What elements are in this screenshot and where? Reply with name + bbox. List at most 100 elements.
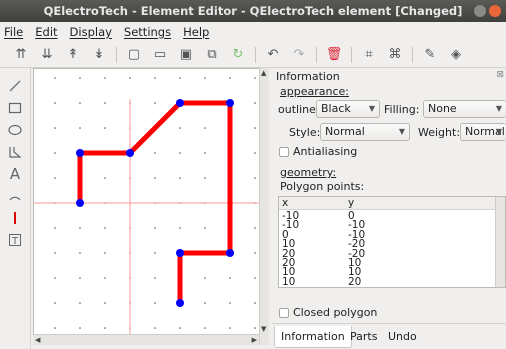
scroll-down-icon[interactable]: ▼ [261, 325, 266, 333]
tab-parts[interactable]: Parts [344, 326, 383, 348]
polygon-vertex-handle[interactable] [176, 249, 184, 257]
canvas-vertical-scrollbar[interactable]: ▲ ▼ [259, 68, 269, 345]
undo-icon[interactable]: ↶ [262, 44, 284, 66]
line-tool[interactable] [5, 76, 25, 96]
text-field-tool[interactable]: T [5, 230, 25, 250]
grid-dot [104, 327, 106, 329]
delete-icon[interactable]: 🗑 [323, 44, 345, 66]
grid-dot [104, 252, 106, 254]
grid-dot [54, 302, 56, 304]
line-icon [9, 80, 21, 92]
drawing-canvas[interactable] [33, 68, 269, 345]
polygon-vertex-handle[interactable] [126, 149, 134, 157]
toolbar-separator [116, 46, 117, 63]
menu-display[interactable]: Display [70, 25, 112, 39]
raise-icon[interactable]: ⇈ [10, 44, 32, 66]
rectangle-tool[interactable] [5, 98, 25, 118]
table-cell-y[interactable]: 20 [345, 276, 495, 287]
svg-text:T: T [11, 236, 19, 247]
closed-polygon-checkbox[interactable] [279, 308, 289, 318]
grid-dot [154, 327, 156, 329]
weight-select[interactable]: Normal ▼ [460, 123, 506, 141]
column-header-x[interactable]: x [279, 197, 345, 210]
style-select[interactable]: Normal ▼ [320, 123, 410, 141]
grid-dot [129, 77, 131, 79]
filling-select[interactable]: None ▼ [423, 100, 506, 118]
grid-dot [79, 227, 81, 229]
grid-dot [254, 152, 256, 154]
tab-undo[interactable]: Undo [382, 326, 423, 348]
scroll-up-icon[interactable]: ▲ [261, 69, 266, 77]
style-value: Normal [325, 125, 365, 138]
grid-dot [54, 152, 56, 154]
polygon-vertex-handle[interactable] [226, 99, 234, 107]
panel-close-icon[interactable]: ⊠ [496, 70, 504, 80]
scroll-right-icon[interactable]: ▶ [252, 336, 257, 344]
window-controls [474, 5, 501, 17]
table-scrollbar[interactable] [495, 197, 505, 287]
polygon-vertex-handle[interactable] [76, 149, 84, 157]
polygon-vertex-handle[interactable] [226, 249, 234, 257]
canvas-horizontal-scrollbar[interactable]: ◀ ▶ [33, 334, 259, 345]
save-icon[interactable]: ▣ [175, 44, 197, 66]
grid-dot [179, 127, 181, 129]
menu-bar: File Edit Display Settings Help [0, 22, 506, 41]
edit-names-icon[interactable]: ◈ [445, 44, 467, 66]
menu-help[interactable]: Help [183, 25, 209, 39]
edit-info-icon[interactable]: ✎ [419, 44, 441, 66]
bring-forward-icon[interactable]: ↟ [62, 44, 84, 66]
text-icon: A [9, 165, 21, 183]
open-icon[interactable]: ▭ [149, 44, 171, 66]
menu-file[interactable]: File [4, 25, 23, 39]
chevron-down-icon: ▼ [368, 104, 375, 113]
chevron-down-icon: ▼ [495, 127, 502, 136]
grid-dot [79, 102, 81, 104]
lower-icon[interactable]: ⇊ [36, 44, 58, 66]
zoom-fit-icon[interactable]: ⌗ [358, 44, 380, 66]
filling-label: Filling: [384, 103, 420, 116]
grid-dot [254, 227, 256, 229]
antialiasing-checkbox[interactable] [279, 147, 289, 157]
polygon-vertex-handle[interactable] [176, 299, 184, 307]
grid-dot [154, 77, 156, 79]
scroll-left-icon[interactable]: ◀ [35, 336, 40, 344]
arc-icon [9, 196, 21, 201]
outline-select[interactable]: Black ▼ [316, 100, 380, 118]
ellipse-tool[interactable] [5, 120, 25, 140]
polygon-vertex-handle[interactable] [76, 199, 84, 207]
table-cell-x[interactable]: 10 [279, 276, 345, 287]
grid-dot [254, 102, 256, 104]
minimize-button[interactable] [474, 5, 486, 17]
reload-icon[interactable]: ↻ [227, 44, 249, 66]
grid-dot [104, 227, 106, 229]
geometry-heading: geometry: [280, 166, 337, 179]
zoom-reset-icon[interactable]: ⌘ [384, 44, 406, 66]
polygon-points-table[interactable]: x y -10 0 -10 -10 0 -10 10 -20 20 -20 20 10 10 10 10 20 [278, 196, 506, 288]
style-label: Style: [289, 126, 321, 139]
menu-settings[interactable]: Settings [124, 25, 171, 39]
grid-dot [179, 227, 181, 229]
grid-dot [154, 252, 156, 254]
terminal-tool[interactable] [5, 208, 25, 228]
arc-tool[interactable] [5, 186, 25, 206]
text-tool[interactable]: A [5, 164, 25, 184]
new-icon[interactable]: ▢ [123, 44, 145, 66]
toolbar-separator [351, 46, 352, 63]
close-button[interactable] [489, 5, 501, 17]
grid-dot [254, 177, 256, 179]
send-backward-icon[interactable]: ↡ [88, 44, 110, 66]
grid-dot [54, 177, 56, 179]
column-header-y[interactable]: y [345, 197, 497, 210]
outline-label: outline: [278, 103, 320, 116]
grid-dot [79, 327, 81, 329]
polygon-vertex-handle[interactable] [176, 99, 184, 107]
grid-dot [54, 127, 56, 129]
grid-dot [79, 252, 81, 254]
tab-information[interactable]: Information [274, 326, 352, 348]
save-as-icon[interactable]: ⧉ [201, 44, 223, 66]
canvas-svg[interactable] [34, 69, 269, 345]
ellipse-icon [8, 124, 22, 136]
menu-edit[interactable]: Edit [35, 25, 57, 39]
polygon-tool[interactable] [5, 142, 25, 162]
redo-icon[interactable]: ↷ [288, 44, 310, 66]
